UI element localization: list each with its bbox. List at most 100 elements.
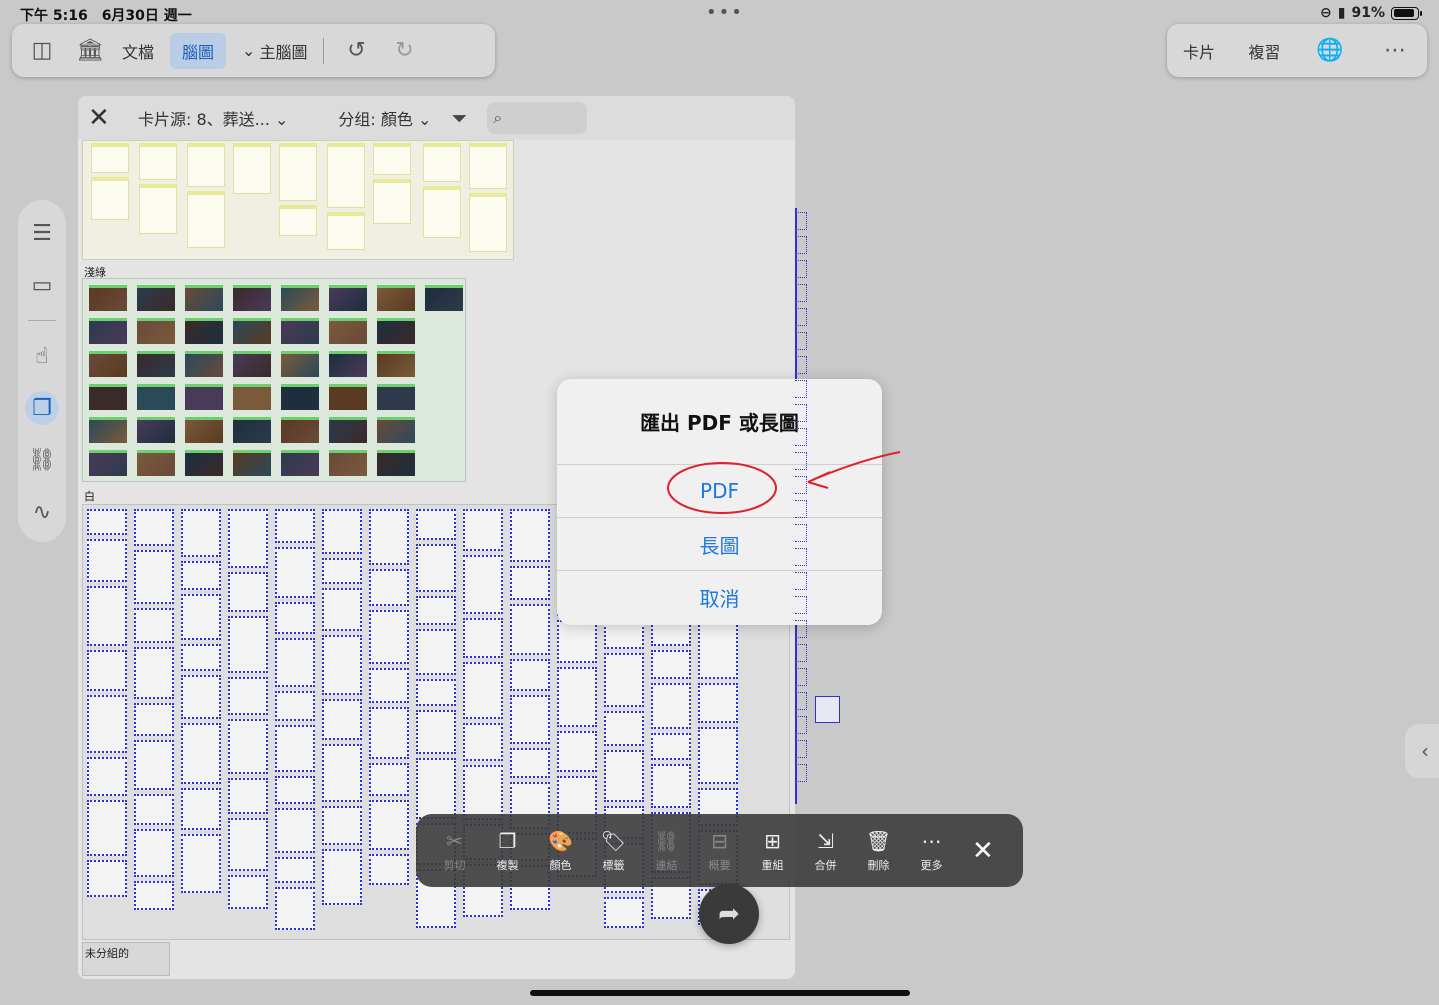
mindmap-branch-node[interactable] xyxy=(795,620,807,638)
image-card[interactable] xyxy=(329,384,367,410)
note-card[interactable] xyxy=(134,794,174,825)
action-link-button[interactable]: ⛓ 連結 xyxy=(640,829,693,873)
note-card[interactable] xyxy=(322,588,362,631)
card-source-dropdown[interactable]: 卡片源: 8、葬送... ⌄ xyxy=(138,106,288,130)
mindmap-branch-node[interactable] xyxy=(795,524,807,542)
note-card[interactable] xyxy=(322,849,362,905)
action-more-button[interactable]: ⋯ 更多 xyxy=(905,829,958,873)
note-card[interactable] xyxy=(275,725,315,772)
note-card[interactable] xyxy=(651,683,691,729)
note-card[interactable] xyxy=(91,143,129,173)
note-card[interactable] xyxy=(416,629,456,675)
note-card[interactable] xyxy=(423,186,461,238)
image-card[interactable] xyxy=(377,285,415,311)
note-card[interactable] xyxy=(279,205,317,236)
library-icon[interactable]: 🏛 xyxy=(74,38,106,63)
note-card[interactable] xyxy=(181,509,221,557)
image-card[interactable] xyxy=(233,417,271,443)
filter-icon[interactable]: ⏷ xyxy=(451,106,467,130)
note-card[interactable] xyxy=(87,860,127,897)
image-card[interactable] xyxy=(281,417,319,443)
image-card[interactable] xyxy=(233,318,271,344)
group-by-dropdown[interactable]: 分组: 顏色 ⌄ xyxy=(338,106,431,130)
note-card[interactable] xyxy=(91,177,129,220)
note-card[interactable] xyxy=(275,509,315,543)
sidebar-toggle-icon[interactable]: ◫ xyxy=(26,38,58,63)
image-card[interactable] xyxy=(377,384,415,410)
side-panel-toggle[interactable]: ‹ xyxy=(1405,724,1439,778)
action-palette-button[interactable]: 🎨 顏色 xyxy=(534,829,587,873)
note-card[interactable] xyxy=(423,143,461,182)
image-card[interactable] xyxy=(185,417,223,443)
layout-icon[interactable]: ▭ xyxy=(25,268,59,302)
tab-mindmap[interactable]: 腦圖 xyxy=(170,32,227,69)
undo-icon[interactable]: ↺ xyxy=(340,38,372,63)
image-card[interactable] xyxy=(329,318,367,344)
note-card[interactable] xyxy=(416,509,456,540)
note-card[interactable] xyxy=(369,707,409,759)
image-card[interactable] xyxy=(233,450,271,476)
note-card[interactable] xyxy=(228,616,268,673)
note-card[interactable] xyxy=(322,558,362,584)
note-card[interactable] xyxy=(134,550,174,604)
note-card[interactable] xyxy=(463,723,503,761)
image-card[interactable] xyxy=(329,417,367,443)
mindmap-branch-node[interactable] xyxy=(795,740,807,758)
cards-icon[interactable]: ❐ xyxy=(25,391,59,425)
note-card[interactable] xyxy=(557,731,597,772)
note-card[interactable] xyxy=(369,668,409,703)
note-card[interactable] xyxy=(369,610,409,664)
image-card[interactable] xyxy=(137,417,175,443)
note-card[interactable] xyxy=(469,193,507,252)
image-card[interactable] xyxy=(89,351,127,377)
mindmap-branch-node[interactable] xyxy=(795,428,807,446)
note-card[interactable] xyxy=(275,547,315,598)
note-card[interactable] xyxy=(87,509,127,535)
mindmap-branch-node[interactable] xyxy=(795,764,807,782)
image-card[interactable] xyxy=(281,351,319,377)
export-long-image-button[interactable]: 長圖 xyxy=(557,518,882,571)
multitasking-dots-icon[interactable]: ••• xyxy=(706,2,744,23)
note-card[interactable] xyxy=(275,808,315,853)
note-card[interactable] xyxy=(373,143,411,175)
note-card[interactable] xyxy=(228,719,268,774)
image-card[interactable] xyxy=(281,285,319,311)
mindmap-branch-node[interactable] xyxy=(795,212,807,230)
mindmap-branch-node[interactable] xyxy=(795,356,807,374)
note-card[interactable] xyxy=(181,788,221,830)
mindmap-branch-node[interactable] xyxy=(795,668,807,686)
note-card[interactable] xyxy=(134,647,174,699)
cancel-button[interactable]: 取消 xyxy=(557,571,882,624)
note-card[interactable] xyxy=(87,539,127,582)
pointer-hand-icon[interactable]: ☝ xyxy=(25,339,59,373)
mindmap-branch-node[interactable] xyxy=(795,236,807,254)
image-card[interactable] xyxy=(89,450,127,476)
image-card[interactable] xyxy=(281,384,319,410)
action-copy-button[interactable]: ❐ 複製 xyxy=(481,829,534,873)
note-card[interactable] xyxy=(327,212,365,250)
image-card[interactable] xyxy=(329,285,367,311)
list-icon[interactable]: ☰ xyxy=(25,216,59,250)
mindmap-branch-node[interactable] xyxy=(795,404,807,422)
note-card[interactable] xyxy=(698,727,738,784)
main-mindmap-dropdown[interactable]: ⌄ 主腦圖 xyxy=(242,39,307,63)
note-card[interactable] xyxy=(604,711,644,746)
note-card[interactable] xyxy=(416,710,456,754)
note-card[interactable] xyxy=(228,677,268,715)
mindmap-branch-node[interactable] xyxy=(795,332,807,350)
image-card[interactable] xyxy=(137,384,175,410)
note-card[interactable] xyxy=(233,143,271,194)
image-card[interactable] xyxy=(137,318,175,344)
tab-document[interactable]: 文檔 xyxy=(122,39,154,63)
image-card[interactable] xyxy=(377,450,415,476)
card-button[interactable]: 卡片 xyxy=(1183,39,1215,63)
image-card[interactable] xyxy=(185,450,223,476)
mindmap-branch-node[interactable] xyxy=(795,548,807,566)
mindmap-branch-node[interactable] xyxy=(795,260,807,278)
note-card[interactable] xyxy=(604,750,644,802)
note-card[interactable] xyxy=(369,854,409,885)
note-card[interactable] xyxy=(134,509,174,546)
mindmap-branch-node[interactable] xyxy=(795,500,807,518)
note-card[interactable] xyxy=(510,695,550,744)
image-card[interactable] xyxy=(89,417,127,443)
